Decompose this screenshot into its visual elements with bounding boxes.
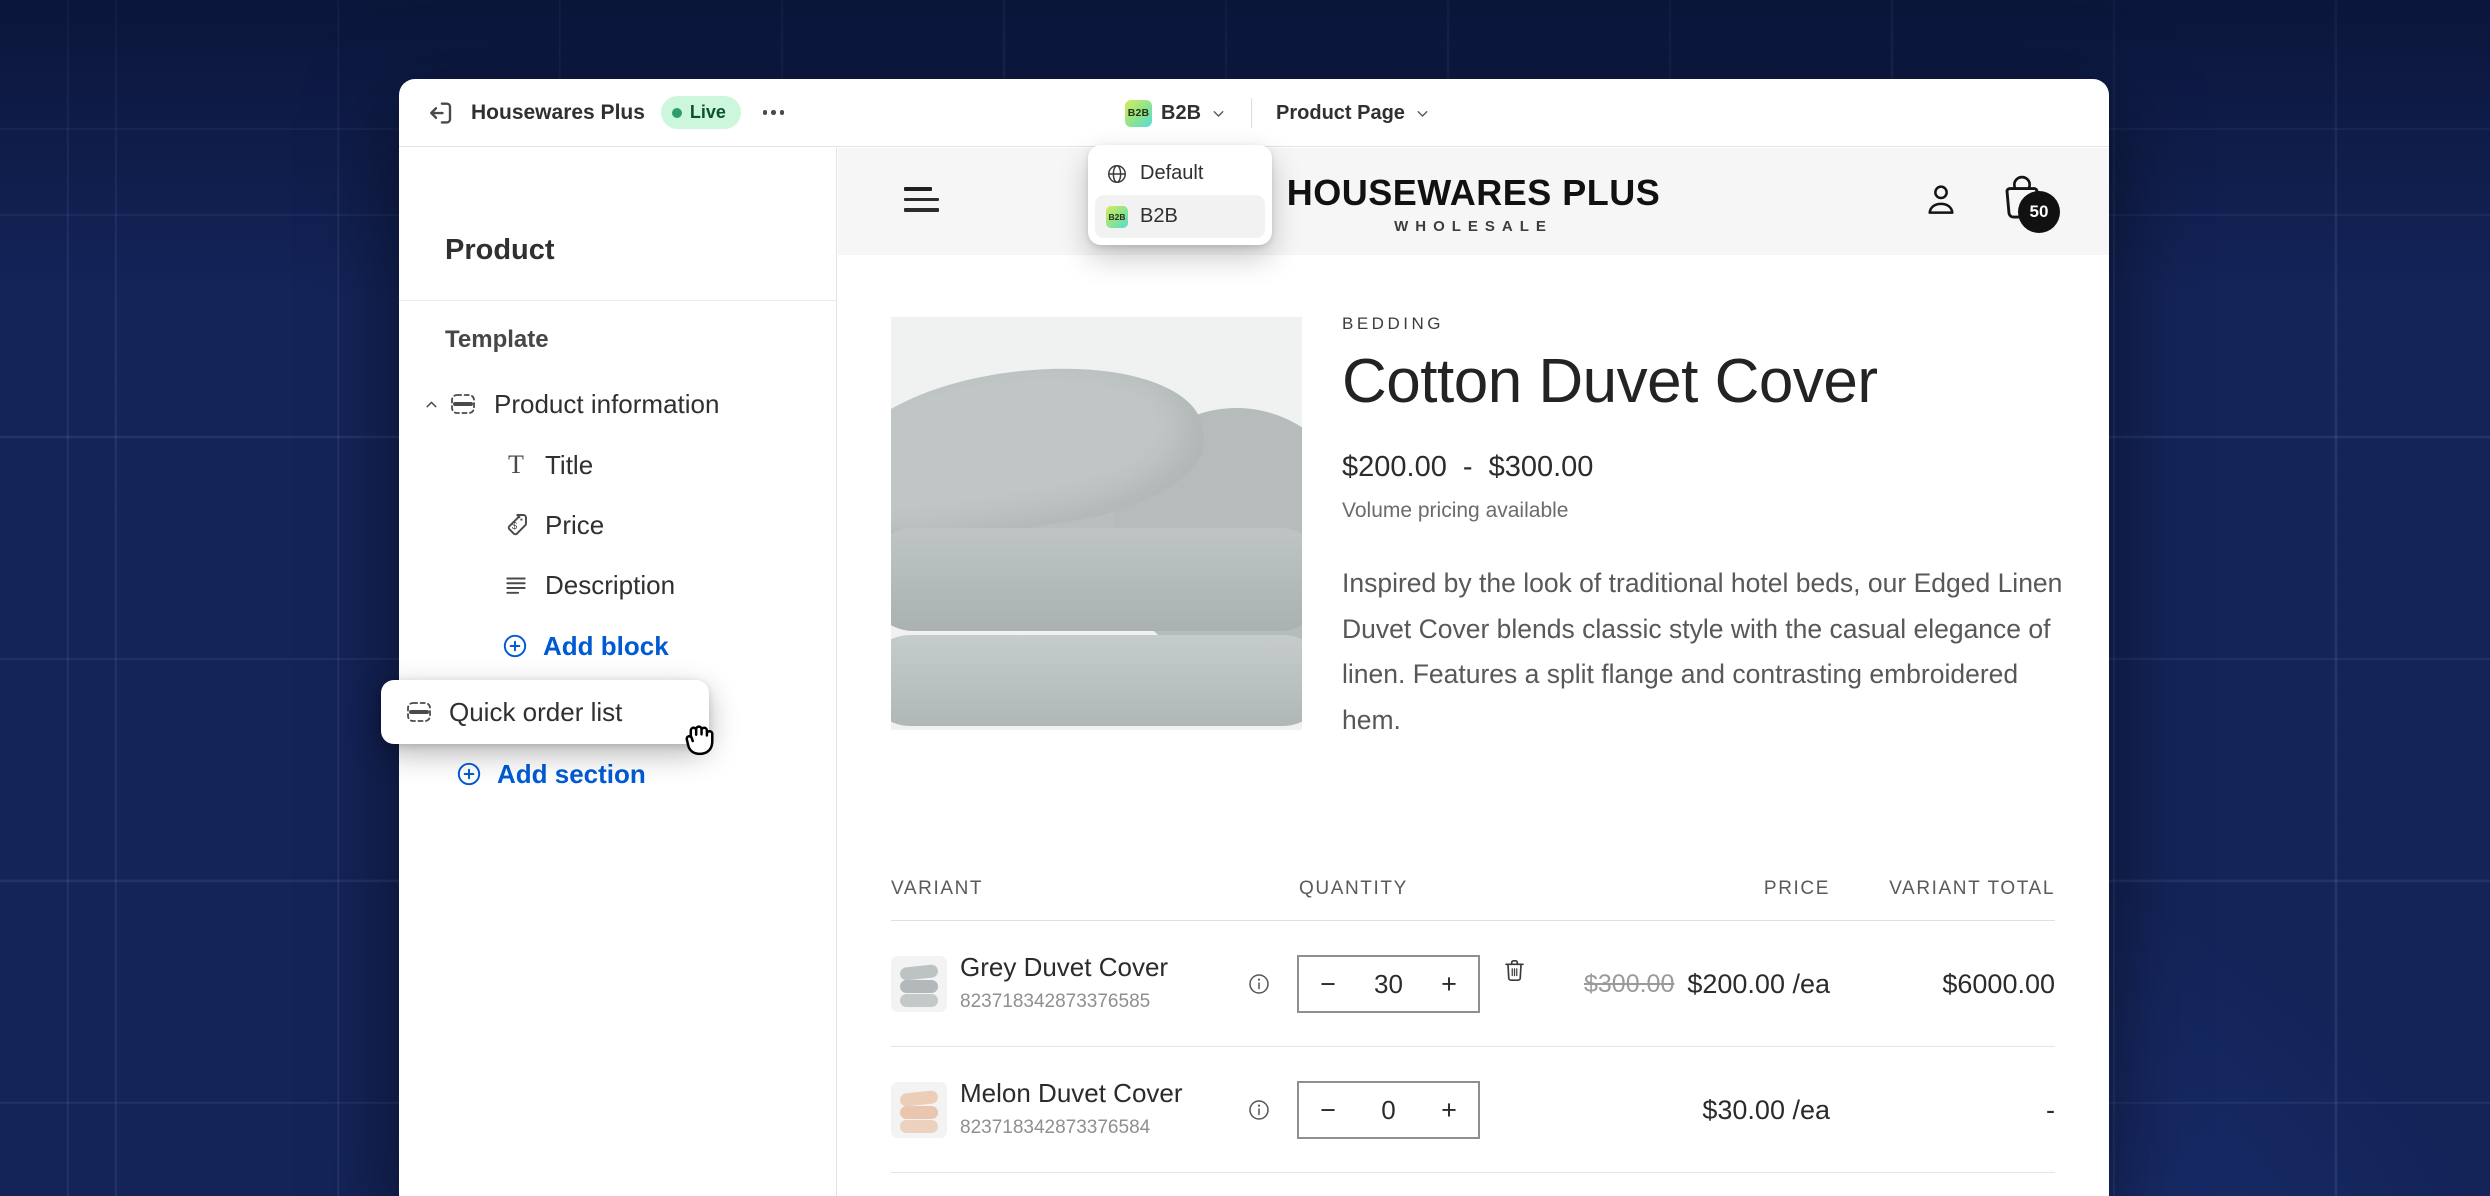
topbar-divider: [1251, 98, 1252, 128]
price-tag-icon: $: [503, 512, 529, 538]
live-status-badge: Live: [661, 96, 741, 129]
variant-thumbnail: [891, 956, 947, 1012]
sidebar-item-label: Price: [545, 510, 604, 541]
sidebar-item-price[interactable]: $ Price: [399, 495, 836, 555]
add-block-button[interactable]: Add block: [399, 616, 836, 676]
sidebar-title: Product: [445, 234, 555, 267]
shop-name: Housewares Plus: [471, 101, 645, 125]
exit-editor-icon[interactable]: [425, 98, 455, 128]
chevron-up-icon[interactable]: [423, 396, 440, 413]
unit-price: $30.00 /ea: [1702, 1095, 1830, 1126]
text-lines-icon: [503, 572, 529, 598]
section-icon: [449, 390, 477, 418]
chevron-down-icon[interactable]: [1414, 105, 1431, 122]
add-block-label: Add block: [543, 631, 669, 662]
logo-title: HOUSEWARES PLUS: [838, 172, 2109, 214]
product-description: Inspired by the look of traditional hote…: [1342, 561, 2077, 743]
theme-editor-window: Housewares Plus Live B2B B2B Product Pag…: [399, 79, 2109, 1196]
quantity-value[interactable]: 30: [1357, 969, 1420, 1000]
variant-total: $6000.00: [1942, 921, 2055, 1047]
live-dot-icon: [672, 108, 682, 118]
plus-circle-icon: [502, 633, 528, 659]
storefront-logo[interactable]: HOUSEWARES PLUS WHOLESALE: [838, 172, 2109, 235]
quantity-stepper: − 0 +: [1297, 1081, 1480, 1139]
duvet-shape: [891, 528, 1302, 631]
increase-quantity-button[interactable]: +: [1420, 969, 1478, 1000]
volume-pricing-note: Volume pricing available: [1342, 499, 2109, 523]
decrease-quantity-button[interactable]: −: [1299, 1095, 1357, 1126]
info-icon[interactable]: [1247, 972, 1271, 996]
dragged-block-quick-order-list[interactable]: Quick order list: [381, 680, 709, 744]
more-options-button[interactable]: [763, 110, 785, 115]
add-section-button[interactable]: Add section: [399, 744, 836, 804]
plus-circle-icon: [456, 761, 482, 787]
grab-cursor-icon: [677, 714, 723, 760]
account-icon[interactable]: [1921, 180, 1961, 220]
sidebar-item-label: Title: [545, 450, 593, 481]
variant-sku: 823718342873376584: [960, 1117, 1183, 1139]
increase-quantity-button[interactable]: +: [1420, 1095, 1478, 1126]
product-image[interactable]: [891, 317, 1302, 730]
variant-name: Grey Duvet Cover: [960, 952, 1168, 983]
divider: [399, 300, 836, 301]
column-header-variant-total: VARIANT TOTAL: [1889, 878, 2055, 900]
info-icon[interactable]: [1247, 1098, 1271, 1122]
column-header-variant: VARIANT: [891, 878, 983, 900]
live-label: Live: [690, 102, 726, 123]
template-group-label: Template: [445, 326, 549, 354]
product-category: BEDDING: [1342, 314, 2109, 334]
trash-icon[interactable]: [1501, 957, 1528, 984]
cart-button[interactable]: 50: [1999, 172, 2045, 224]
unit-price: $200.00 /ea: [1687, 969, 1830, 1000]
logo-subtitle: WHOLESALE: [838, 218, 2109, 235]
dropdown-item-label: B2B: [1140, 205, 1178, 228]
market-dropdown-menu: Default B2B B2B: [1088, 145, 1272, 245]
market-badge: B2B: [1125, 100, 1152, 127]
product-price-range: $200.00 - $300.00: [1342, 451, 2109, 484]
variant-sku: 823718342873376585: [960, 991, 1168, 1013]
quantity-stepper: − 30 +: [1297, 955, 1480, 1013]
sidebar-item-product-information[interactable]: Product information: [399, 374, 836, 434]
globe-icon: [1106, 163, 1128, 185]
decrease-quantity-button[interactable]: −: [1299, 969, 1357, 1000]
dropdown-item-b2b[interactable]: B2B B2B: [1095, 195, 1265, 238]
compare-at-price: $300.00: [1584, 970, 1674, 999]
section-icon: [405, 698, 433, 726]
table-row: Coffee Duvet Cover 823718342873376583 − …: [891, 1173, 2055, 1196]
sidebar-item-title[interactable]: T Title: [399, 435, 836, 495]
editor-sidebar: Product Template Product information T T…: [399, 148, 837, 1196]
variant-total: -: [2046, 1047, 2055, 1173]
b2b-badge-icon: B2B: [1106, 206, 1128, 228]
duvet-shape: [891, 635, 1302, 726]
editor-topbar: Housewares Plus Live B2B B2B Product Pag…: [399, 79, 2109, 147]
quick-order-list: VARIANT QUANTITY PRICE VARIANT TOTAL Gre…: [891, 878, 2055, 902]
variant-thumbnail: [891, 1082, 947, 1138]
chevron-down-icon[interactable]: [1210, 105, 1227, 122]
cart-count-badge: 50: [2018, 191, 2060, 233]
dropdown-item-label: Default: [1140, 162, 1203, 185]
desktop-backdrop: Housewares Plus Live B2B B2B Product Pag…: [0, 0, 2490, 1196]
table-row: Melon Duvet Cover 823718342873376584 − 0…: [891, 1047, 2055, 1173]
variant-name: Melon Duvet Cover: [960, 1078, 1183, 1109]
product-title: Cotton Duvet Cover: [1342, 346, 2109, 417]
sidebar-item-label: Description: [545, 570, 675, 601]
sidebar-item-label: Product information: [494, 389, 719, 420]
svg-text:$: $: [512, 521, 518, 532]
column-header-price: PRICE: [1764, 878, 1830, 900]
title-icon: T: [503, 452, 529, 478]
storefront-header: HOUSEWARES PLUS WHOLESALE 50: [838, 148, 2109, 255]
quantity-value[interactable]: 0: [1357, 1095, 1420, 1126]
add-section-label: Add section: [497, 759, 646, 790]
table-row: Grey Duvet Cover 823718342873376585 − 30…: [891, 921, 2055, 1047]
table-header: VARIANT QUANTITY PRICE VARIANT TOTAL: [891, 878, 2055, 902]
market-selector[interactable]: B2B: [1161, 102, 1201, 125]
dropdown-item-default[interactable]: Default: [1095, 152, 1265, 195]
dragged-block-label: Quick order list: [449, 697, 622, 728]
sidebar-item-description[interactable]: Description: [399, 555, 836, 615]
storefront-preview: HOUSEWARES PLUS WHOLESALE 50: [838, 148, 2109, 1196]
variant-total: $5000.00: [1942, 1173, 2055, 1196]
column-header-quantity: QUANTITY: [1299, 878, 1408, 900]
page-selector[interactable]: Product Page: [1276, 102, 1405, 125]
